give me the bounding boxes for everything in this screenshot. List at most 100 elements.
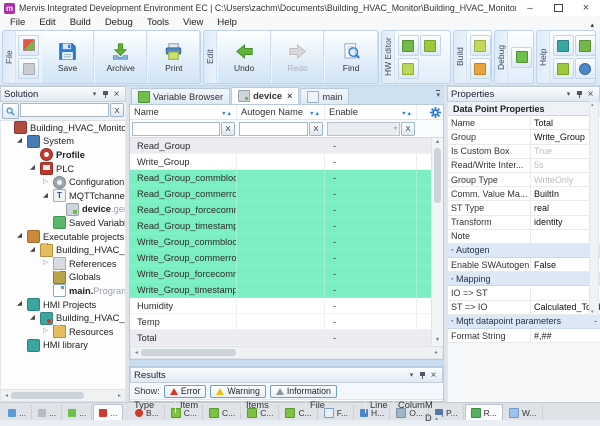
editor-tab[interactable]: Variable Browser — [131, 88, 230, 104]
dock-tab[interactable]: ... — [3, 405, 32, 420]
dock-tab[interactable]: ... — [33, 405, 62, 420]
table-row[interactable]: Read_Group_forcecomm - — [130, 202, 431, 218]
menu-item[interactable]: File — [3, 17, 32, 28]
build-compile-button[interactable] — [470, 35, 491, 56]
enable-filter-select[interactable] — [327, 122, 400, 136]
table-row[interactable]: Write_Group - — [130, 154, 431, 170]
table-row[interactable]: Read_Group_commerror - — [130, 186, 431, 202]
dock-tab[interactable]: R... — [465, 404, 503, 420]
sort-icons[interactable] — [309, 107, 320, 117]
panel-menu-icon[interactable] — [406, 370, 417, 381]
tree-item[interactable]: HMI Projects — [1, 298, 125, 312]
maximize-button[interactable] — [544, 0, 572, 16]
property-item[interactable]: ST Type real — [448, 201, 600, 215]
redo-button[interactable]: Redo — [271, 31, 324, 83]
pin-icon[interactable] — [100, 89, 111, 100]
tree-item[interactable]: device.gener... — [1, 203, 125, 217]
tree-item[interactable]: Saved Variables — [1, 216, 125, 230]
tree-item[interactable]: Building_HVAC_Monitor — [1, 243, 125, 257]
results-column-header[interactable]: Type — [130, 400, 176, 413]
table-row[interactable]: Write_Group_forcecomm - — [130, 266, 431, 282]
menu-item[interactable]: Tools — [140, 17, 176, 28]
results-vertical-scrollbar[interactable] — [431, 415, 442, 417]
solution-horizontal-scrollbar[interactable]: ◂ ▸ — [0, 389, 126, 402]
property-item[interactable]: Read/Write Inter... 5s — [448, 159, 600, 173]
results-column-header[interactable]: Line — [366, 400, 394, 413]
table-row[interactable]: Temp - — [130, 314, 431, 330]
clear-autogen-filter-button[interactable]: X — [309, 122, 323, 136]
help-report-bug-button[interactable] — [553, 58, 574, 79]
help-learn-button[interactable] — [553, 35, 574, 56]
table-row[interactable]: Read_Group_timestamp - — [130, 218, 431, 234]
debug-start-button[interactable] — [511, 47, 532, 68]
menu-item[interactable]: Help — [210, 17, 244, 28]
name-filter-input[interactable] — [132, 122, 220, 136]
close-panel-icon[interactable] — [111, 89, 122, 100]
table-row[interactable]: Humidity - — [130, 298, 431, 314]
expander-icon[interactable] — [30, 315, 40, 322]
dock-tab[interactable]: W... — [504, 405, 543, 420]
table-row[interactable]: Total - — [130, 330, 431, 346]
tree-item[interactable]: Resources — [1, 325, 125, 339]
pin-icon[interactable] — [417, 370, 428, 381]
sort-icons[interactable] — [401, 107, 412, 117]
expander-icon[interactable] — [30, 247, 40, 254]
hw-layout-button[interactable] — [420, 35, 441, 56]
clear-search-button[interactable]: X — [110, 103, 124, 117]
tree-item[interactable]: References — [1, 257, 125, 271]
tree-item[interactable]: Profile — [1, 148, 125, 162]
property-item[interactable]: IO => ST — [448, 286, 600, 300]
clear-name-filter-button[interactable]: X — [221, 122, 235, 136]
property-item[interactable]: Mapping - — [448, 272, 600, 286]
close-panel-icon[interactable] — [428, 370, 439, 381]
results-column-header[interactable]: Colum — [394, 400, 421, 413]
tree-item[interactable]: MQTTchannel — [1, 189, 125, 203]
scroll-down-icon[interactable]: ▼ — [435, 337, 440, 345]
table-row[interactable]: Write_Group_commblock - — [130, 234, 431, 250]
expander-icon[interactable] — [43, 179, 53, 186]
pin-icon[interactable] — [574, 89, 585, 100]
tree-item[interactable]: Globals — [1, 271, 125, 285]
collapse-ribbon-icon[interactable] — [590, 19, 594, 30]
tree-item[interactable]: Configuration — [1, 175, 125, 189]
minimize-button[interactable] — [516, 0, 544, 16]
results-column-header[interactable]: Items — [242, 400, 306, 413]
tree-item[interactable]: Building_HVAC_Monitor — [1, 311, 125, 325]
archive-button[interactable]: Archive — [94, 31, 147, 83]
search-icon[interactable] — [2, 103, 19, 119]
tab-overflow-icon[interactable] — [436, 90, 440, 99]
scroll-left-icon[interactable]: ◂ — [132, 349, 141, 356]
property-item[interactable]: Format String #,## — [448, 329, 600, 343]
table-row[interactable]: Read_Group - — [130, 138, 431, 154]
results-filter-button[interactable]: Error — [164, 385, 207, 398]
menu-item[interactable]: View — [176, 17, 210, 28]
table-row[interactable]: Read_Group_commblock - — [130, 170, 431, 186]
column-header-enable[interactable]: Enable — [325, 105, 417, 119]
new-solution-button[interactable] — [18, 35, 39, 56]
tree-item[interactable]: Building_HVAC_Monitor — [1, 121, 125, 135]
sort-icons[interactable] — [221, 107, 232, 117]
property-item[interactable]: Comm. Value Ma... BuiltIn — [448, 187, 600, 201]
expander-icon[interactable] — [17, 138, 27, 145]
panel-menu-icon[interactable] — [563, 89, 574, 100]
collapse-section-icon[interactable]: - — [594, 316, 597, 326]
expander-icon[interactable] — [17, 233, 27, 240]
expander-icon[interactable] — [30, 165, 40, 172]
close-button[interactable] — [572, 0, 600, 16]
column-header-autogen-name[interactable]: Autogen Name — [237, 105, 325, 119]
tree-item[interactable]: System — [1, 135, 125, 149]
property-item[interactable]: Name Total — [448, 116, 600, 130]
grid-horizontal-scrollbar[interactable]: ◂ ▸ — [130, 346, 443, 359]
help-about-button[interactable] — [575, 58, 596, 79]
property-item[interactable]: Group Write_Group — [448, 130, 600, 144]
expander-icon[interactable] — [43, 193, 53, 200]
tree-item[interactable]: Executable projects — [1, 230, 125, 244]
results-filter-button[interactable]: Warning — [210, 385, 265, 398]
tree-item[interactable]: PLC — [1, 162, 125, 176]
scroll-left-icon[interactable]: ◂ — [2, 392, 11, 399]
results-column-header[interactable]: File — [306, 400, 366, 413]
property-item[interactable]: ST => IO Calculated_Total — [448, 301, 600, 315]
menu-item[interactable]: Debug — [98, 17, 140, 28]
panel-menu-icon[interactable] — [89, 89, 100, 100]
table-row[interactable]: Write_Group_commerror - — [130, 250, 431, 266]
